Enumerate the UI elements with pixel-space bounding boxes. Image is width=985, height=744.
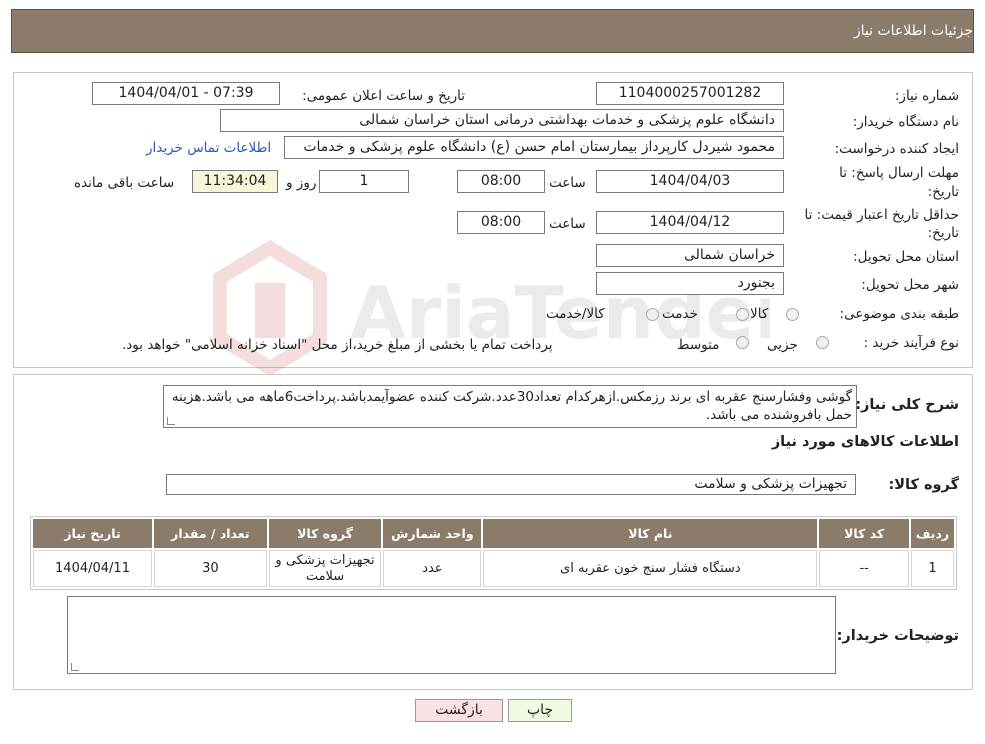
requester-field: محمود شیردل کارپرداز بیمارستان امام حسن … (284, 136, 784, 159)
process-radio-partial[interactable] (816, 336, 829, 349)
cell-group: تجهیزات پزشکی و سلامت (268, 550, 382, 587)
deadline-time-field: 08:00 (457, 170, 545, 193)
deadline-label: مهلت ارسال پاسخ: تا (839, 165, 959, 181)
cell-name: دستگاه فشار سنج خون عقربه ای (483, 550, 818, 587)
description-text: گوشی وفشارسنج عقربه ای برند رزمکس.ازهرکد… (171, 389, 852, 423)
cell-date: 1404/04/11 (33, 550, 152, 587)
category-radio-goods[interactable] (786, 308, 799, 321)
city-field: بجنورد (596, 272, 784, 295)
buyer-org-label: نام دستگاه خریدار: (852, 114, 959, 130)
cell-row: 1 (911, 550, 954, 587)
items-table: ردیف کد کالا نام کالا واحد شمارش گروه کا… (30, 516, 957, 590)
col-code: کد کالا (819, 519, 910, 548)
category-option-service: خدمت (662, 306, 698, 322)
col-quantity: تعداد / مقدار (154, 519, 267, 548)
items-section-title: اطلاعات کالاهای مورد نیاز (771, 434, 959, 450)
col-unit: واحد شمارش (383, 519, 482, 548)
validity-time-field: 08:00 (457, 211, 545, 234)
col-row: ردیف (911, 519, 954, 548)
process-option-medium: متوسط (677, 337, 720, 353)
deadline-date-field: 1404/04/03 (596, 170, 784, 193)
remaining-time-field: 11:34:04 (192, 170, 278, 193)
deadline-time-label: ساعت (549, 175, 586, 191)
category-option-goods-service: کالا/خدمت (546, 306, 605, 322)
page-header: جزئیات اطلاعات نیاز (11, 9, 974, 53)
process-label: نوع فرآیند خرید : (863, 335, 959, 351)
validity-time-label: ساعت (549, 216, 586, 232)
process-note: پرداخت تمام یا بخشی از مبلغ خرید،از محل … (122, 337, 553, 353)
items-table-header: ردیف کد کالا نام کالا واحد شمارش گروه کا… (33, 519, 954, 548)
resize-handle-icon[interactable] (71, 663, 79, 671)
announce-field: 1404/04/01 - 07:39 (92, 82, 280, 105)
col-date: تاریخ نیاز (33, 519, 152, 548)
category-option-goods: کالا (750, 306, 769, 322)
col-group: گروه کالا (268, 519, 382, 548)
province-label: استان محل تحویل: (853, 249, 959, 265)
cell-unit: عدد (383, 550, 482, 587)
cell-code: -- (819, 550, 910, 587)
table-row: 1 -- دستگاه فشار سنج خون عقربه ای عدد تج… (33, 550, 954, 587)
description-label: شرح کلی نیاز: (855, 397, 959, 413)
days-label: روز و (286, 175, 317, 191)
validity-label-2: تاریخ: (927, 225, 959, 241)
category-label: طبقه بندی موضوعی: (839, 306, 959, 322)
validity-date-field: 1404/04/12 (596, 211, 784, 234)
cell-quantity: 30 (154, 550, 267, 587)
buyer-notes-label: توضیحات خریدار: (836, 628, 959, 644)
announce-label: تاریخ و ساعت اعلان عمومی: (302, 88, 465, 104)
col-name: نام کالا (483, 519, 818, 548)
days-field: 1 (319, 170, 409, 193)
goods-group-field: تجهیزات پزشکی و سلامت (166, 474, 856, 495)
print-button[interactable]: چاپ (508, 699, 572, 722)
category-radio-service[interactable] (736, 308, 749, 321)
deadline-label-2: تاریخ: (927, 184, 959, 200)
page-title: جزئیات اطلاعات نیاز (853, 23, 973, 39)
remaining-label: ساعت باقی مانده (74, 175, 175, 191)
need-number-field: 1104000257001282 (596, 82, 784, 105)
requester-label: ایجاد کننده درخواست: (834, 141, 959, 157)
process-option-partial: جزیی (767, 337, 798, 353)
city-label: شهر محل تحویل: (861, 277, 959, 293)
resize-handle-icon[interactable] (167, 417, 175, 425)
province-field: خراسان شمالی (596, 244, 784, 267)
process-radio-medium[interactable] (736, 336, 749, 349)
buyer-notes-textarea[interactable] (67, 596, 836, 674)
buyer-contact-link[interactable]: اطلاعات تماس خریدار (146, 140, 271, 156)
need-number-label: شماره نیاز: (894, 88, 959, 104)
description-textarea[interactable]: گوشی وفشارسنج عقربه ای برند رزمکس.ازهرکد… (163, 385, 857, 428)
validity-label: حداقل تاریخ اعتبار قیمت: تا (804, 207, 959, 223)
category-radio-goods-service[interactable] (646, 308, 659, 321)
back-button[interactable]: بازگشت (415, 699, 503, 722)
goods-group-label: گروه کالا: (888, 477, 959, 493)
buyer-org-field: دانشگاه علوم پزشکی و خدمات بهداشتی درمان… (220, 109, 784, 132)
